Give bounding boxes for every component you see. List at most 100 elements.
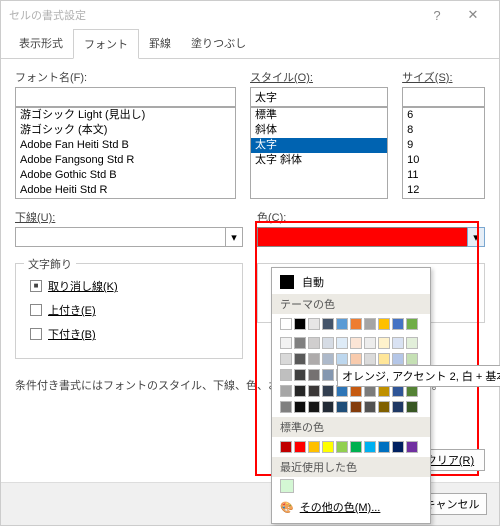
color-swatch[interactable] [294, 441, 306, 453]
color-swatch[interactable] [294, 369, 306, 381]
superscript-checkbox[interactable]: 上付き(E) [30, 302, 234, 318]
color-swatch[interactable] [308, 337, 320, 349]
color-swatch[interactable] [294, 353, 306, 365]
color-swatch[interactable] [308, 318, 320, 330]
color-swatch[interactable] [406, 353, 418, 365]
color-swatch[interactable] [308, 353, 320, 365]
color-swatch[interactable] [406, 441, 418, 453]
color-swatch[interactable] [294, 318, 306, 330]
color-swatch[interactable] [294, 401, 306, 413]
color-swatch[interactable] [378, 441, 390, 453]
list-item[interactable]: 太字 斜体 [251, 153, 387, 168]
style-list[interactable]: 標準 斜体 太字 太字 斜体 [250, 107, 388, 199]
tab-format[interactable]: 表示形式 [9, 29, 73, 58]
color-swatch[interactable] [336, 337, 348, 349]
color-swatch[interactable] [308, 369, 320, 381]
size-list[interactable]: 6 8 9 10 11 12 [402, 107, 485, 199]
color-swatch[interactable] [350, 353, 362, 365]
list-item[interactable]: 標準 [251, 108, 387, 123]
color-swatch[interactable] [378, 318, 390, 330]
help-button[interactable]: ? [419, 8, 455, 23]
color-swatch[interactable] [378, 401, 390, 413]
color-swatch[interactable] [308, 401, 320, 413]
list-item[interactable]: 9 [403, 138, 484, 153]
color-swatch[interactable] [378, 353, 390, 365]
color-swatch[interactable] [322, 385, 334, 397]
color-swatch[interactable] [294, 337, 306, 349]
color-swatch[interactable] [336, 318, 348, 330]
color-swatch[interactable] [392, 353, 404, 365]
color-swatch[interactable] [378, 337, 390, 349]
chevron-down-icon[interactable]: ▾ [225, 227, 243, 247]
color-swatch[interactable] [364, 441, 376, 453]
color-swatch[interactable] [257, 227, 468, 247]
color-swatch[interactable] [350, 318, 362, 330]
color-swatch[interactable] [336, 353, 348, 365]
titlebar: セルの書式設定 ? ✕ [1, 1, 499, 29]
list-item[interactable]: 斜体 [251, 123, 387, 138]
size-input[interactable] [402, 87, 485, 107]
color-swatch[interactable] [350, 337, 362, 349]
recent-color-swatch[interactable] [280, 479, 294, 493]
color-swatch[interactable] [280, 353, 292, 365]
color-swatch[interactable] [308, 441, 320, 453]
strike-checkbox[interactable]: 取り消し線(K) [30, 278, 234, 294]
color-swatch[interactable] [364, 401, 376, 413]
color-swatch[interactable] [364, 318, 376, 330]
list-item[interactable]: 太字 [251, 138, 387, 153]
checkbox-icon [30, 280, 42, 292]
list-item[interactable]: 游ゴシック (本文) [16, 123, 235, 138]
color-swatch[interactable] [280, 401, 292, 413]
list-item[interactable]: Adobe Fangsong Std R [16, 153, 235, 168]
color-swatch[interactable] [322, 337, 334, 349]
color-swatch[interactable] [406, 401, 418, 413]
color-swatch[interactable] [364, 353, 376, 365]
color-swatch[interactable] [392, 318, 404, 330]
color-picker-popup: 自動 テーマの色 標準の色 最近使用した色 🎨 その他の色(M)... [271, 267, 431, 524]
color-swatch[interactable] [406, 337, 418, 349]
color-swatch[interactable] [280, 318, 292, 330]
tab-fill[interactable]: 塗りつぶし [181, 29, 256, 58]
color-tooltip: オレンジ, アクセント 2, 白 + 基本色 [337, 365, 500, 387]
color-swatch[interactable] [392, 441, 404, 453]
list-item[interactable]: 10 [403, 153, 484, 168]
chevron-down-icon[interactable]: ▾ [467, 227, 485, 247]
color-swatch[interactable] [350, 441, 362, 453]
color-swatch[interactable] [364, 337, 376, 349]
style-input[interactable] [250, 87, 388, 107]
more-colors-item[interactable]: 🎨 その他の色(M)... [272, 495, 430, 519]
list-item[interactable]: 6 [403, 108, 484, 123]
color-swatch[interactable] [336, 401, 348, 413]
font-list[interactable]: 游ゴシック Light (見出し) 游ゴシック (本文) Adobe Fan H… [15, 107, 236, 199]
underline-select[interactable] [15, 227, 226, 247]
color-swatch[interactable] [322, 353, 334, 365]
list-item[interactable]: Adobe Fan Heiti Std B [16, 138, 235, 153]
auto-color-item[interactable]: 自動 [272, 272, 430, 292]
color-swatch[interactable] [308, 385, 320, 397]
color-swatch[interactable] [322, 401, 334, 413]
color-swatch[interactable] [280, 337, 292, 349]
color-swatch[interactable] [336, 441, 348, 453]
list-item[interactable]: 11 [403, 168, 484, 183]
list-item[interactable]: 8 [403, 123, 484, 138]
subscript-checkbox[interactable]: 下付き(B) [30, 326, 234, 342]
list-item[interactable]: Adobe Gothic Std B [16, 168, 235, 183]
list-item[interactable]: Adobe Heiti Std R [16, 183, 235, 198]
close-button[interactable]: ✕ [455, 7, 491, 23]
color-swatch[interactable] [350, 401, 362, 413]
color-swatch[interactable] [406, 318, 418, 330]
color-swatch[interactable] [280, 369, 292, 381]
color-swatch[interactable] [322, 369, 334, 381]
color-swatch[interactable] [322, 318, 334, 330]
color-swatch[interactable] [392, 401, 404, 413]
list-item[interactable]: 游ゴシック Light (見出し) [16, 108, 235, 123]
list-item[interactable]: 12 [403, 183, 484, 198]
color-swatch[interactable] [294, 385, 306, 397]
color-swatch[interactable] [280, 441, 292, 453]
color-swatch[interactable] [280, 385, 292, 397]
tab-font[interactable]: フォント [73, 29, 139, 59]
tab-border[interactable]: 罫線 [139, 29, 181, 58]
font-name-input[interactable] [15, 87, 236, 107]
color-swatch[interactable] [392, 337, 404, 349]
color-swatch[interactable] [322, 441, 334, 453]
